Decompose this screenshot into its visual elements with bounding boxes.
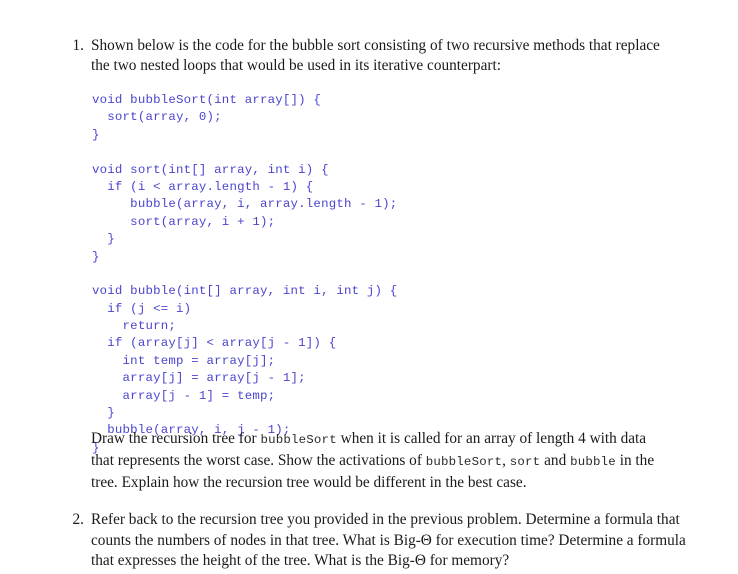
document-page: 1. Shown below is the code for the bubbl… xyxy=(0,0,738,574)
code-line: } xyxy=(92,127,100,142)
question-1-task-paragraph: Draw the recursion tree for bubbleSort w… xyxy=(91,429,671,493)
inline-code-bubblesort-2: bubbleSort xyxy=(425,454,503,469)
inline-code-bubble: bubble xyxy=(570,454,616,469)
task-text-segment-3: , xyxy=(502,451,510,469)
code-line: sort(array, 0); xyxy=(92,110,222,125)
inline-code-sort: sort xyxy=(509,454,541,469)
code-line: } xyxy=(92,406,115,421)
code-line: sort(array, i + 1); xyxy=(92,214,276,229)
code-line: void bubble(int[] array, int i, int j) { xyxy=(92,284,398,299)
question-1-intro-text: Shown below is the code for the bubble s… xyxy=(91,36,676,77)
code-line: void sort(int[] array, int i) { xyxy=(92,162,329,177)
java-code-listing: void bubbleSort(int array[]) { sort(arra… xyxy=(92,92,397,457)
question-2-number: 2. xyxy=(72,511,84,528)
code-line: if (j <= i) xyxy=(92,301,192,316)
question-item-1: 1. Shown below is the code for the bubbl… xyxy=(0,36,738,77)
question-2-paragraph: Refer back to the recursion tree you pro… xyxy=(91,511,686,570)
code-line: bubble(array, i, array.length - 1); xyxy=(92,197,398,212)
question-item-2: 2. Refer back to the recursion tree you … xyxy=(0,510,738,572)
question-2-text: Refer back to the recursion tree you pro… xyxy=(91,510,694,572)
inline-code-bubblesort-1: bubbleSort xyxy=(260,433,337,447)
code-line: array[j] = array[j - 1]; xyxy=(92,371,306,386)
code-line: return; xyxy=(92,319,176,334)
question-1-number: 1. xyxy=(72,37,84,54)
task-text-segment-4: and xyxy=(540,451,571,469)
code-line: if (i < array.length - 1) { xyxy=(92,179,314,194)
code-line: int temp = array[j]; xyxy=(92,353,276,368)
code-line: } xyxy=(92,232,115,247)
question-1-intro-paragraph: Shown below is the code for the bubble s… xyxy=(91,37,660,75)
code-line: if (array[j] < array[j - 1]) { xyxy=(92,336,337,351)
task-text-segment-1: Draw the recursion tree for xyxy=(91,430,261,447)
code-line: } xyxy=(92,249,100,264)
code-line: void bubbleSort(int array[]) { xyxy=(92,93,322,107)
code-line: array[j - 1] = temp; xyxy=(92,388,276,403)
